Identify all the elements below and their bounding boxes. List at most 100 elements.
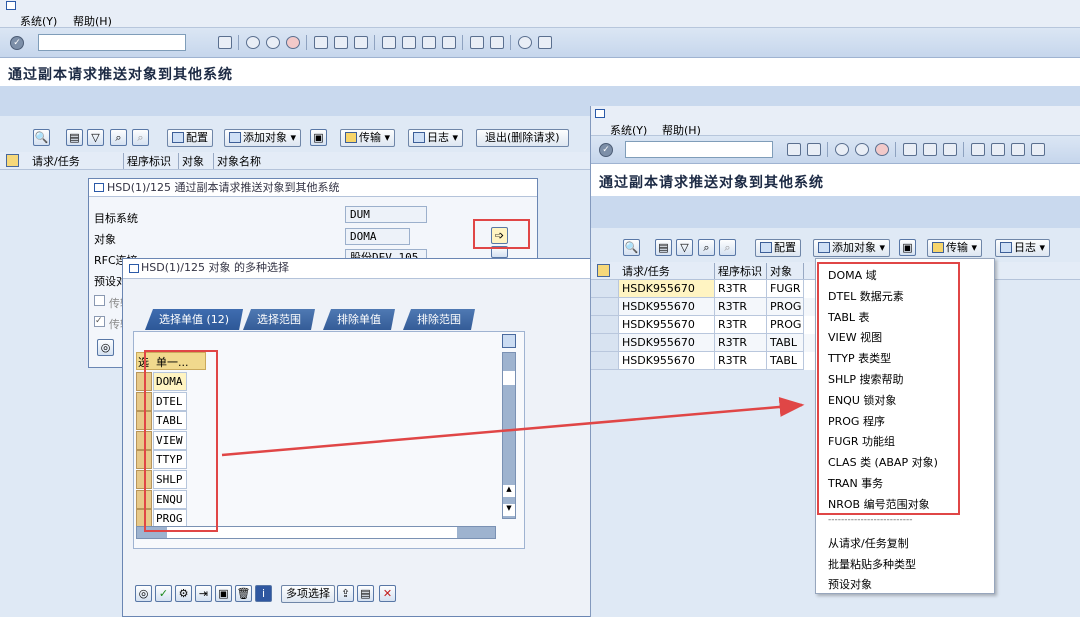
second-filter-icon[interactable]: ▽ [676, 239, 693, 256]
find-next-list-icon[interactable]: ⌕ [132, 129, 149, 146]
second-save-icon[interactable] [807, 143, 821, 156]
second-col-request[interactable]: 请求/任务 [622, 263, 715, 279]
info-icon[interactable]: i [255, 585, 272, 602]
upload-icon[interactable]: ⇪ [337, 585, 354, 602]
transport-button[interactable]: 传输 ▾ [340, 129, 396, 147]
save-icon[interactable] [218, 36, 232, 49]
print-list-icon[interactable]: ▤ [66, 129, 83, 146]
tab-exclude-single[interactable]: 排除单值 [323, 309, 395, 330]
second-last-page-icon[interactable] [1031, 143, 1045, 156]
find-icon[interactable] [334, 36, 348, 49]
confirm-icon[interactable]: ✓ [155, 585, 172, 602]
table-row[interactable]: HSDK955670 R3TR PROG [591, 298, 817, 316]
col-object-name[interactable]: 对象名称 [217, 153, 297, 169]
clipboard-icon[interactable]: ▤ [357, 585, 374, 602]
check2-box[interactable]: ✓ [94, 316, 105, 327]
table-settings-icon[interactable] [502, 334, 516, 348]
dialog-execute-icon[interactable]: ◎ [97, 339, 114, 356]
row-selector[interactable] [591, 352, 619, 370]
menu-help[interactable]: 帮助(H) [73, 13, 112, 29]
find-list-icon[interactable]: ⌕ [110, 129, 127, 146]
multi-select-button[interactable]: 多项选择 [281, 585, 335, 603]
object-field[interactable]: DOMA [345, 228, 410, 245]
back-icon[interactable] [246, 36, 260, 49]
second-select-all-icon[interactable] [597, 264, 610, 277]
import-icon[interactable]: ⇥ [195, 585, 212, 602]
menu-item-extra[interactable]: 从请求/任务复制 [828, 535, 909, 551]
second-nav-cancel-icon[interactable] [875, 143, 889, 156]
second-command-field[interactable] [625, 141, 773, 158]
second-find-next-list-icon[interactable]: ⌕ [719, 239, 736, 256]
scroll-up-icon[interactable]: ▲ [503, 485, 515, 497]
cancel-icon[interactable] [286, 36, 300, 49]
col-request[interactable]: 请求/任务 [32, 153, 124, 169]
row-selector[interactable] [591, 280, 619, 298]
tab-exclude-ranges[interactable]: 排除范围 [403, 309, 475, 330]
target-system-field[interactable]: DUM [345, 206, 427, 223]
next-page-icon[interactable] [422, 36, 436, 49]
tab-ranges[interactable]: 选择范围 [243, 309, 315, 330]
second-back-icon[interactable] [787, 143, 801, 156]
enter-check-icon[interactable]: ✓ [10, 36, 24, 50]
filter-icon[interactable]: ▽ [87, 129, 104, 146]
row-selector[interactable] [591, 298, 619, 316]
second-print-icon[interactable] [903, 143, 917, 156]
second-find-list-icon[interactable]: ⌕ [698, 239, 715, 256]
exit-icon[interactable] [266, 36, 280, 49]
layout-icon[interactable] [538, 36, 552, 49]
second-config-button[interactable]: 配置 [755, 239, 801, 257]
config-button[interactable]: 配置 [167, 129, 213, 147]
second-log-button[interactable]: 日志 ▾ [995, 239, 1051, 257]
row-selector[interactable] [591, 316, 619, 334]
table-row[interactable]: HSDK955670 R3TR TABL [591, 352, 817, 370]
menu-item-extra[interactable]: 预设对象 [828, 576, 872, 592]
second-find-icon[interactable] [923, 143, 937, 156]
row-selector[interactable] [591, 334, 619, 352]
second-next-page-icon[interactable] [1011, 143, 1025, 156]
second-save-object-icon[interactable]: ▣ [899, 239, 916, 256]
log-button[interactable]: 日志 ▾ [408, 129, 464, 147]
find-next-icon[interactable] [354, 36, 368, 49]
detail-icon[interactable]: 🔍 [33, 129, 50, 146]
second-enter-icon[interactable]: ✓ [599, 143, 613, 157]
second-transport-button[interactable]: 传输 ▾ [927, 239, 983, 257]
exit-delete-request-button[interactable]: 退出(删除请求) [476, 129, 569, 147]
menu-system[interactable]: 系统(Y) [20, 13, 57, 29]
col-object[interactable]: 对象 [182, 153, 214, 169]
first-page-icon[interactable] [382, 36, 396, 49]
table-row[interactable]: HSDK955670 R3TR TABL [591, 334, 817, 352]
col-pgmid[interactable]: 程序标识 [127, 153, 179, 169]
second-nav-back-icon[interactable] [835, 143, 849, 156]
last-page-icon[interactable] [442, 36, 456, 49]
select-all-icon[interactable] [6, 154, 19, 167]
check1-box[interactable] [94, 295, 105, 306]
delete-icon[interactable]: 🗑 [235, 585, 252, 602]
second-detail-icon[interactable]: 🔍 [623, 239, 640, 256]
shortcut-icon[interactable] [490, 36, 504, 49]
second-nav-exit-icon[interactable] [855, 143, 869, 156]
second-print-list-icon[interactable]: ▤ [655, 239, 672, 256]
command-field[interactable] [38, 34, 186, 51]
second-find-next-icon[interactable] [943, 143, 957, 156]
menu-item-extra[interactable]: 批量粘贴多种类型 [828, 556, 916, 572]
print-icon[interactable] [314, 36, 328, 49]
tab-single-values[interactable]: 选择单值 (12) [145, 309, 243, 330]
second-add-object-button[interactable]: 添加对象 ▾ [813, 239, 891, 257]
check-entries-icon[interactable]: ⚙ [175, 585, 192, 602]
scroll-thumb[interactable] [503, 371, 515, 385]
help-icon[interactable] [518, 36, 532, 49]
second-prev-page-icon[interactable] [991, 143, 1005, 156]
table-row[interactable]: HSDK955670 R3TR FUGR [591, 280, 817, 298]
new-session-icon[interactable] [470, 36, 484, 49]
vertical-scrollbar[interactable]: ▲ ▼ [502, 352, 516, 519]
add-object-button[interactable]: 添加对象 ▾ [224, 129, 302, 147]
cancel-dialog-icon[interactable]: ✕ [379, 585, 396, 602]
second-first-page-icon[interactable] [971, 143, 985, 156]
execute-icon[interactable]: ◎ [135, 585, 152, 602]
save-object-icon[interactable]: ▣ [310, 129, 327, 146]
second-col-object[interactable]: 对象 [770, 263, 804, 279]
prev-page-icon[interactable] [402, 36, 416, 49]
export-icon[interactable]: ▣ [215, 585, 232, 602]
scroll-down-icon[interactable]: ▼ [503, 504, 515, 516]
second-col-pgmid[interactable]: 程序标识 [718, 263, 767, 279]
